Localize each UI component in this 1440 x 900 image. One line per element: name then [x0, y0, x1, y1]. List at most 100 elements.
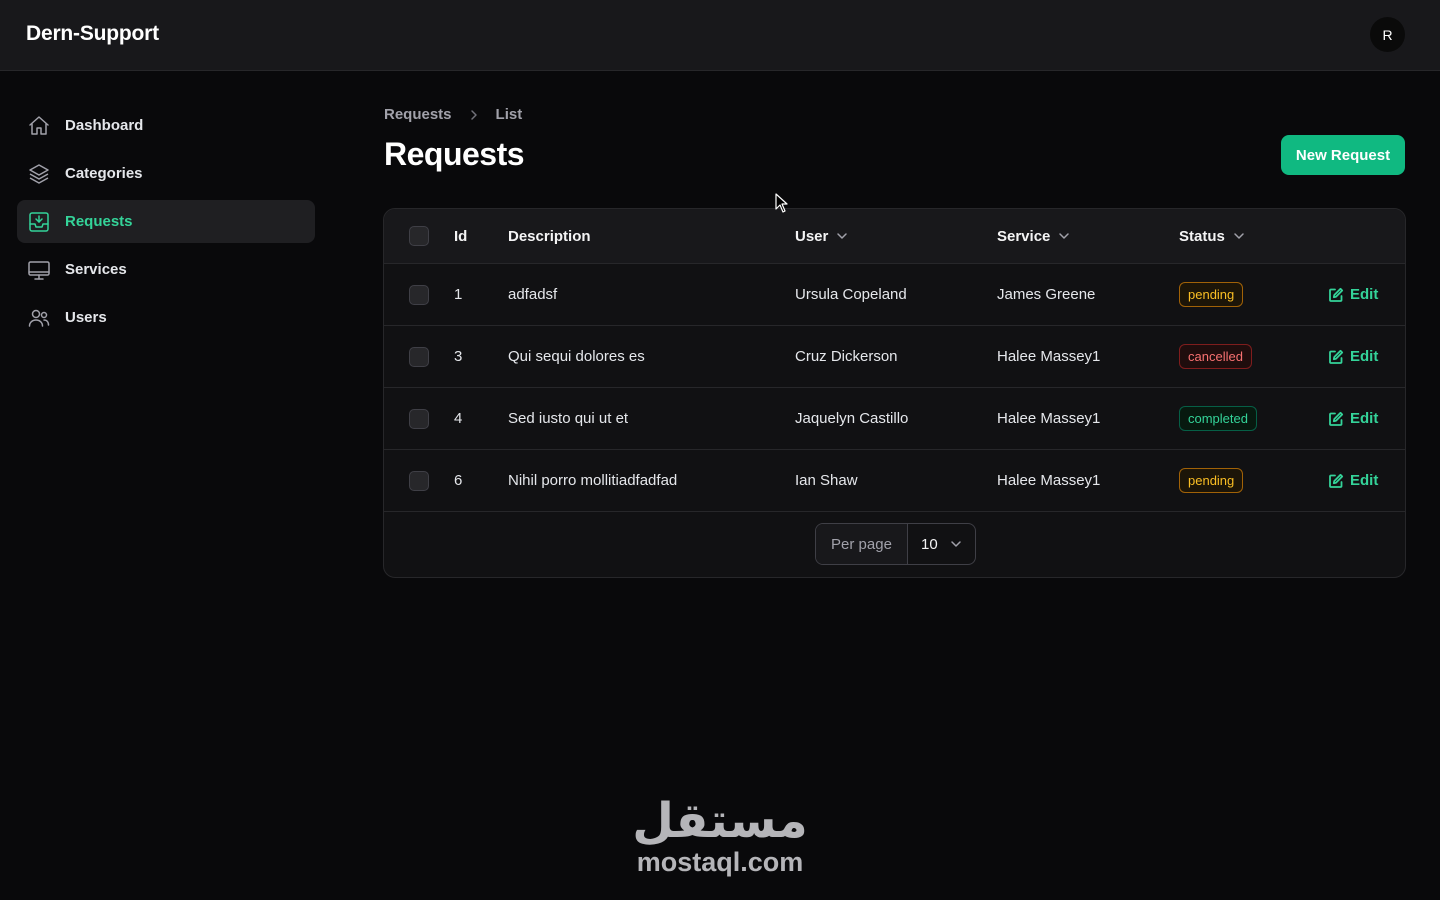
row-service: Halee Massey1: [997, 472, 1101, 489]
row-select-cell: [409, 264, 429, 325]
row-action-cell: Edit: [1328, 264, 1378, 325]
chevron-down-icon: [950, 538, 962, 550]
column-header-description[interactable]: Description: [508, 209, 591, 263]
row-status-cell: completed: [1179, 388, 1257, 449]
table-row[interactable]: 6 Nihil porro mollitiadfadfad Ian Shaw H…: [384, 450, 1405, 512]
edit-icon: [1329, 287, 1344, 302]
sidebar-item-categories[interactable]: Categories: [17, 152, 315, 195]
table-row[interactable]: 1 adfadsf Ursula Copeland James Greene p…: [384, 264, 1405, 326]
row-checkbox[interactable]: [409, 470, 429, 491]
column-header-user[interactable]: User: [795, 209, 848, 263]
page-title: Requests: [384, 136, 525, 172]
chevron-down-icon: [1058, 230, 1070, 242]
row-select-cell: [409, 388, 429, 449]
users-icon: [27, 306, 51, 330]
row-action-cell: Edit: [1328, 388, 1378, 449]
layers-icon: [27, 162, 51, 186]
row-description: Nihil porro mollitiadfadfad: [508, 472, 678, 489]
edit-label: Edit: [1350, 410, 1379, 427]
select-all-cell: [409, 209, 429, 263]
edit-label: Edit: [1350, 348, 1379, 365]
requests-table: Id Description User Service Status 1 adf…: [383, 208, 1406, 578]
status-badge: pending: [1179, 468, 1244, 493]
row-service: Halee Massey1: [997, 410, 1101, 427]
edit-icon: [1329, 411, 1344, 426]
row-select-cell: [409, 326, 429, 387]
per-page-value: 10: [921, 535, 938, 553]
row-user: Ursula Copeland: [795, 286, 907, 303]
table-header: Id Description User Service Status: [384, 209, 1405, 264]
status-badge: pending: [1179, 282, 1244, 307]
row-description: adfadsf: [508, 286, 558, 303]
edit-button[interactable]: Edit: [1328, 286, 1378, 303]
row-id: 6: [454, 472, 463, 489]
chevron-down-icon: [836, 230, 848, 242]
edit-button[interactable]: Edit: [1328, 472, 1378, 489]
column-header-service[interactable]: Service: [997, 209, 1070, 263]
row-user: Ian Shaw: [795, 472, 858, 489]
table-row[interactable]: 4 Sed iusto qui ut et Jaquelyn Castillo …: [384, 388, 1405, 450]
sidebar-item-label: Services: [65, 261, 127, 278]
sidebar-item-dashboard[interactable]: Dashboard: [17, 104, 315, 147]
row-action-cell: Edit: [1328, 450, 1378, 511]
watermark-latin: mostaql.com: [636, 847, 804, 877]
row-service: James Greene: [997, 286, 1096, 303]
row-status-cell: pending: [1179, 264, 1244, 325]
new-request-button[interactable]: New Request: [1281, 135, 1405, 175]
column-header-id[interactable]: Id: [454, 209, 467, 263]
sidebar: Dashboard Categories Requests Services U…: [17, 104, 315, 344]
watermark-arabic: مستقل: [632, 793, 808, 849]
sidebar-item-label: Categories: [65, 165, 143, 182]
row-status-cell: cancelled: [1179, 326, 1252, 387]
sidebar-item-services[interactable]: Services: [17, 248, 315, 291]
column-header-label: User: [795, 227, 829, 245]
chevron-right-icon: [468, 109, 480, 121]
row-id: 1: [454, 286, 463, 303]
select-all-checkbox[interactable]: [409, 226, 429, 246]
row-id: 4: [454, 410, 463, 427]
status-badge: cancelled: [1179, 344, 1252, 369]
inbox-icon: [27, 210, 51, 234]
table-row[interactable]: 3 Qui sequi dolores es Cruz Dickerson Ha…: [384, 326, 1405, 388]
edit-icon: [1329, 349, 1344, 364]
row-select-cell: [409, 450, 429, 511]
brand-logo[interactable]: Dern-Support: [26, 22, 159, 46]
column-header-label: Service: [997, 227, 1051, 245]
row-status-cell: pending: [1179, 450, 1244, 511]
row-action-cell: Edit: [1328, 326, 1378, 387]
edit-label: Edit: [1350, 472, 1379, 489]
chevron-down-icon: [1233, 230, 1245, 242]
row-checkbox[interactable]: [409, 284, 429, 305]
sidebar-item-label: Requests: [65, 213, 133, 230]
sidebar-item-users[interactable]: Users: [17, 296, 315, 339]
row-description: Qui sequi dolores es: [508, 348, 645, 365]
monitor-icon: [27, 258, 51, 282]
row-service: Halee Massey1: [997, 348, 1101, 365]
row-checkbox[interactable]: [409, 408, 429, 429]
mouse-cursor-icon: [775, 193, 788, 213]
sidebar-item-label: Dashboard: [65, 117, 144, 134]
per-page-control: Per page 10: [815, 523, 976, 565]
row-description: Sed iusto qui ut et: [508, 410, 629, 427]
per-page-label: Per page: [816, 524, 908, 564]
home-icon: [27, 114, 51, 138]
breadcrumb: Requests List: [384, 106, 522, 123]
sidebar-item-requests[interactable]: Requests: [17, 200, 315, 243]
row-id: 3: [454, 348, 463, 365]
breadcrumb-current: List: [495, 106, 523, 123]
edit-button[interactable]: Edit: [1328, 348, 1378, 365]
user-avatar[interactable]: R: [1370, 17, 1405, 52]
column-header-status[interactable]: Status: [1179, 209, 1245, 263]
watermark: مستقل mostaql.com: [620, 795, 820, 885]
status-badge: completed: [1179, 406, 1257, 431]
row-user: Jaquelyn Castillo: [795, 410, 909, 427]
column-header-label: Status: [1179, 227, 1225, 245]
sidebar-item-label: Users: [65, 309, 107, 326]
breadcrumb-parent[interactable]: Requests: [384, 106, 452, 123]
top-bar: Dern-Support R: [0, 0, 1440, 71]
edit-label: Edit: [1350, 286, 1379, 303]
row-checkbox[interactable]: [409, 346, 429, 367]
edit-button[interactable]: Edit: [1328, 410, 1378, 427]
per-page-select[interactable]: 10: [908, 524, 975, 564]
edit-icon: [1329, 473, 1344, 488]
